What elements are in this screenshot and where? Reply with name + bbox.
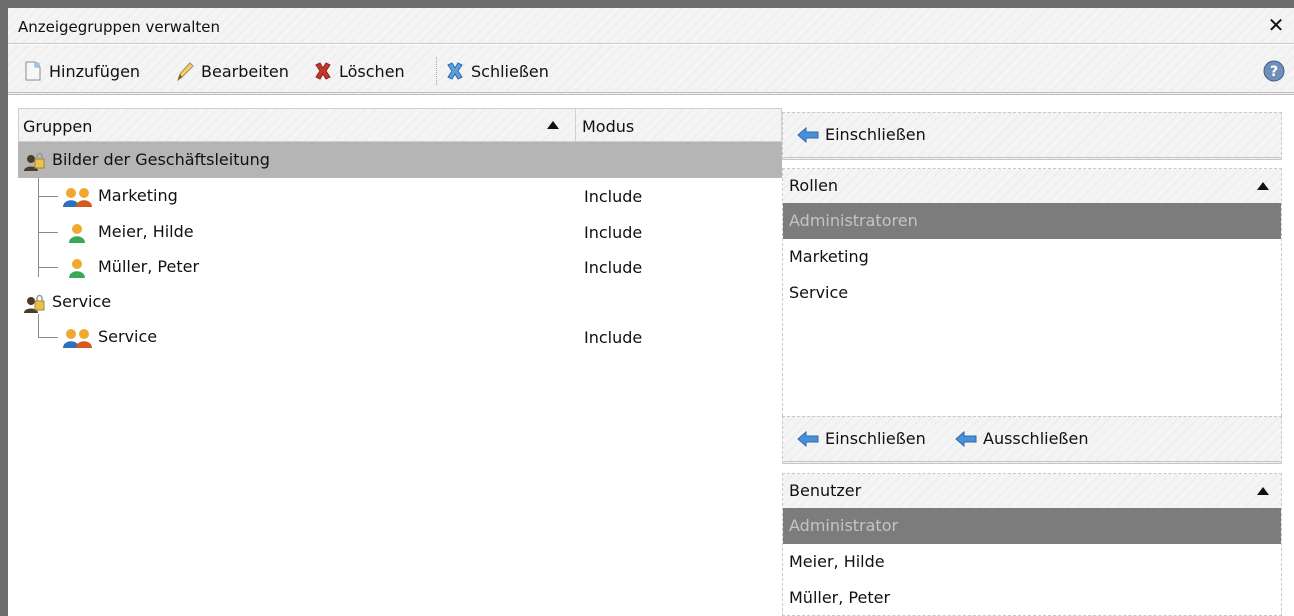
list-item-role[interactable]: Marketing	[783, 239, 1281, 275]
users-include-label: Einschließen	[825, 429, 926, 448]
tree-row-member[interactable]: Marketing Include	[18, 178, 782, 214]
toolbar-separator	[436, 57, 437, 85]
users-action-bar: Einschließen Ausschließen	[782, 416, 1282, 464]
role-group-icon	[63, 329, 92, 348]
delete-button-label: Löschen	[339, 61, 405, 81]
users-exclude-label: Ausschließen	[983, 429, 1089, 448]
list-item-label: Meier, Hilde	[789, 552, 885, 571]
roles-list-header[interactable]: Rollen	[783, 169, 1281, 204]
tree-row-member[interactable]: Service Include	[18, 319, 782, 355]
add-button-label: Hinzufügen	[49, 61, 141, 81]
close-button-label: Schließen	[471, 61, 549, 81]
edit-button-label: Bearbeiten	[201, 61, 289, 81]
roles-list-header-label: Rollen	[789, 176, 839, 195]
column-header-mode-label: Modus	[582, 117, 635, 136]
role-group-icon	[63, 188, 92, 207]
tree-member-mode: Include	[584, 258, 643, 277]
column-header-groups-label: Gruppen	[23, 117, 93, 136]
tree-row-group[interactable]: Bilder der Geschäftsleitung	[18, 142, 782, 178]
list-item-label: Service	[789, 283, 849, 302]
users-exclude-button[interactable]: Ausschließen	[955, 429, 1089, 448]
window-title: Anzeigegruppen verwalten	[18, 18, 221, 36]
user-icon	[69, 224, 85, 243]
roles-include-button[interactable]: Einschließen	[797, 125, 926, 144]
users-list-header-label: Benutzer	[789, 481, 862, 500]
title-bar: Anzeigegruppen verwalten ✕	[8, 8, 1294, 44]
groups-tree: Gruppen Modus Bilder der Geschäftsleitun…	[18, 108, 782, 616]
arrow-left-icon	[797, 430, 819, 447]
list-item-role[interactable]: Administratoren	[783, 203, 1281, 239]
column-header-groups[interactable]: Gruppen	[19, 109, 576, 141]
user-icon	[69, 259, 85, 278]
list-item-user[interactable]: Meier, Hilde	[783, 544, 1281, 580]
new-document-icon	[25, 61, 41, 81]
list-item-label: Müller, Peter	[789, 588, 891, 607]
add-button[interactable]: Hinzufügen	[22, 59, 140, 83]
tree-member-label: Marketing	[98, 186, 178, 205]
tree-row-member[interactable]: Müller, Peter Include	[18, 249, 782, 285]
group-lock-icon	[24, 152, 45, 171]
delete-button[interactable]: Löschen	[312, 59, 405, 83]
tree-member-mode: Include	[584, 328, 643, 347]
tree-row-group[interactable]: Service	[18, 284, 782, 320]
help-icon[interactable]: ?	[1262, 59, 1286, 83]
list-item-user[interactable]: Administrator	[783, 508, 1281, 544]
arrow-left-icon	[955, 430, 977, 447]
tree-header: Gruppen Modus	[18, 108, 782, 142]
dialog-window: Anzeigegruppen verwalten ✕ Hinzufügen Be…	[8, 8, 1294, 616]
tree-group-label: Service	[52, 292, 112, 311]
close-x-icon	[447, 62, 463, 80]
arrow-left-icon	[797, 126, 819, 143]
list-item-label: Marketing	[789, 247, 869, 266]
users-include-button[interactable]: Einschließen	[797, 429, 926, 448]
svg-text:?: ?	[1270, 64, 1278, 80]
close-button[interactable]: Schließen	[444, 59, 549, 83]
tree-member-label: Meier, Hilde	[98, 222, 194, 241]
list-item-label: Administratoren	[789, 211, 918, 230]
delete-x-icon	[315, 62, 331, 80]
pencil-icon	[177, 62, 194, 82]
tree-member-label: Müller, Peter	[98, 257, 200, 276]
tree-member-label: Service	[98, 327, 158, 346]
list-item-user[interactable]: Müller, Peter	[783, 580, 1281, 616]
roles-include-label: Einschließen	[825, 125, 926, 144]
sort-ascending-icon	[547, 121, 559, 129]
tree-group-label: Bilder der Geschäftsleitung	[52, 150, 270, 169]
column-header-mode[interactable]: Modus	[576, 109, 781, 141]
roles-action-bar: Einschließen	[782, 112, 1282, 160]
edit-button[interactable]: Bearbeiten	[174, 59, 289, 83]
list-item-label: Administrator	[789, 516, 899, 535]
group-lock-icon	[24, 294, 45, 313]
tree-member-mode: Include	[584, 187, 643, 206]
tree-member-mode: Include	[584, 223, 643, 242]
users-list: Benutzer Administrator Meier, Hilde Müll…	[782, 473, 1282, 616]
list-item-role[interactable]: Service	[783, 275, 1281, 311]
tree-row-member[interactable]: Meier, Hilde Include	[18, 214, 782, 250]
sort-ascending-icon	[1257, 182, 1269, 190]
users-list-header[interactable]: Benutzer	[783, 474, 1281, 509]
toolbar: Hinzufügen Bearbeiten Löschen Schließen …	[8, 45, 1294, 95]
close-icon[interactable]: ✕	[1266, 15, 1286, 35]
sort-ascending-icon	[1257, 487, 1269, 495]
roles-list: Rollen Administratoren Marketing Service	[782, 168, 1282, 436]
